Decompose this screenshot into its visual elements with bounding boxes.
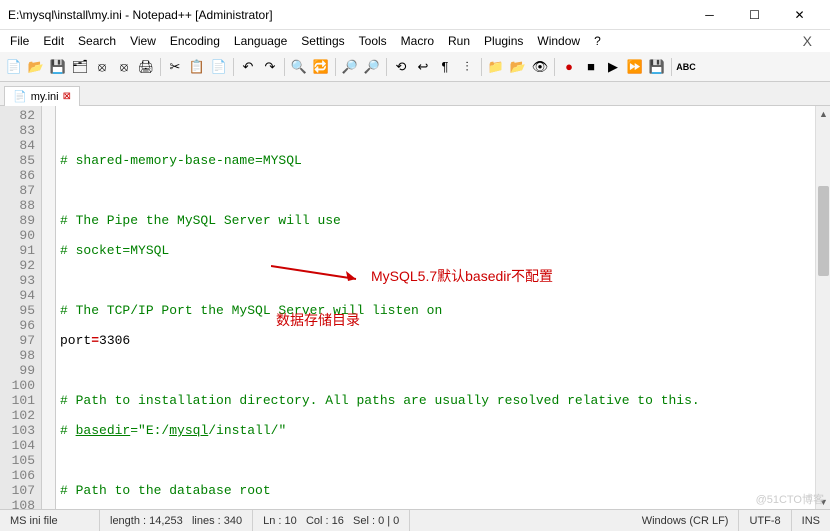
maximize-button[interactable]: ☐ [732,1,777,29]
indent-guide-icon[interactable]: ⫶ [457,57,477,77]
close-all-icon[interactable]: ⦻ [114,57,134,77]
play-multi-icon[interactable]: ⏩ [625,57,645,77]
toolbar: 📄 📂 💾 🗂 ⦻ ⦻ 🖨 ✂ 📋 📄 ↶ ↷ 🔍 🔁 🔎 🔎 ⟲ ↩ ¶ ⫶ … [0,52,830,82]
line-number-gutter: 8283848586878889909192939495969798991001… [0,106,42,509]
record-macro-icon[interactable]: ● [559,57,579,77]
menu-window[interactable]: Window [531,32,586,50]
tab-label: my.ini [31,91,59,103]
save-macro-icon[interactable]: 💾 [647,57,667,77]
status-ins[interactable]: INS [792,510,830,531]
status-eol[interactable]: Windows (CR LF) [632,510,740,531]
scrollbar-thumb[interactable] [818,186,829,276]
zoom-in-icon[interactable]: 🔎 [340,57,360,77]
unfold-icon[interactable]: 📂 [508,57,528,77]
cut-icon[interactable]: ✂ [165,57,185,77]
menu-edit[interactable]: Edit [37,32,70,50]
save-all-icon[interactable]: 🗂 [70,57,90,77]
save-icon[interactable]: 💾 [48,57,68,77]
close-button[interactable]: ✕ [777,1,822,29]
status-encoding[interactable]: UTF-8 [739,510,791,531]
menu-language[interactable]: Language [228,32,293,50]
vertical-scrollbar[interactable]: ▲ ▼ [815,106,830,509]
find-icon[interactable]: 🔍 [289,57,309,77]
paste-icon[interactable]: 📄 [209,57,229,77]
menu-bar: File Edit Search View Encoding Language … [0,30,830,52]
window-title: E:\mysql\install\my.ini - Notepad++ [Adm… [8,8,687,22]
zoom-out-icon[interactable]: 🔎 [362,57,382,77]
fold-icon[interactable]: 📁 [486,57,506,77]
secondary-close-icon[interactable]: X [797,31,818,51]
minimize-button[interactable]: ─ [687,1,732,29]
menu-run[interactable]: Run [442,32,476,50]
status-filetype: MS ini file [0,510,100,531]
play-macro-icon[interactable]: ▶ [603,57,623,77]
menu-settings[interactable]: Settings [295,32,350,50]
watermark: @51CTO博客 [756,491,824,507]
menu-search[interactable]: Search [72,32,122,50]
stop-macro-icon[interactable]: ■ [581,57,601,77]
print-icon[interactable]: 🖨 [136,57,156,77]
tab-my-ini[interactable]: 📄 my.ini ⊠ [4,86,80,106]
fold-margin[interactable] [42,106,56,509]
sync-icon[interactable]: ⟲ [391,57,411,77]
hide-lines-icon[interactable]: 👁 [530,57,550,77]
scroll-up-icon[interactable]: ▲ [816,106,830,121]
show-chars-icon[interactable]: ¶ [435,57,455,77]
open-file-icon[interactable]: 📂 [26,57,46,77]
status-length: length : 14,253 lines : 340 [100,510,253,531]
menu-tools[interactable]: Tools [353,32,393,50]
redo-icon[interactable]: ↷ [260,57,280,77]
status-bar: MS ini file length : 14,253 lines : 340 … [0,509,830,531]
tab-file-icon: 📄 [13,90,27,103]
tab-close-icon[interactable]: ⊠ [63,91,71,102]
wrap-icon[interactable]: ↩ [413,57,433,77]
replace-icon[interactable]: 🔁 [311,57,331,77]
menu-plugins[interactable]: Plugins [478,32,529,50]
close-file-icon[interactable]: ⦻ [92,57,112,77]
spell-check-icon[interactable]: ABC [676,57,696,77]
tab-bar: 📄 my.ini ⊠ [0,82,830,106]
menu-file[interactable]: File [4,32,35,50]
menu-macro[interactable]: Macro [395,32,440,50]
copy-icon[interactable]: 📋 [187,57,207,77]
menu-view[interactable]: View [124,32,162,50]
status-position: Ln : 10 Col : 16 Sel : 0 | 0 [253,510,410,531]
new-file-icon[interactable]: 📄 [4,57,24,77]
code-area[interactable]: # shared-memory-base-name=MYSQL # The Pi… [56,106,830,509]
menu-encoding[interactable]: Encoding [164,32,226,50]
undo-icon[interactable]: ↶ [238,57,258,77]
menu-help[interactable]: ? [588,32,607,50]
